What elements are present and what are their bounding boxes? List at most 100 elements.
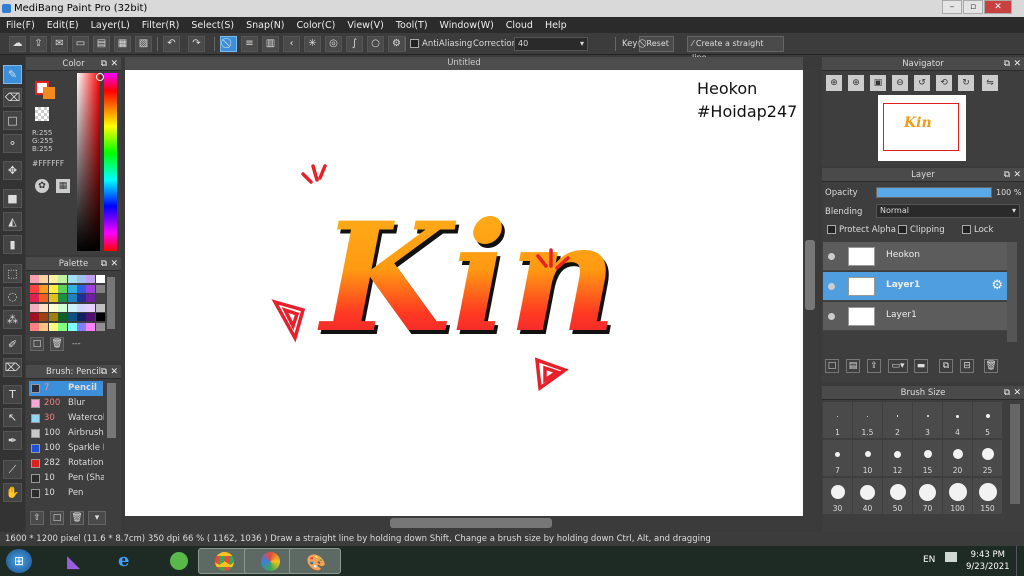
visibility-icon[interactable] (828, 283, 835, 290)
menu-snap[interactable]: Snap(N) (240, 20, 290, 31)
palette-swatch[interactable] (86, 322, 96, 331)
flag-icon[interactable] (945, 552, 957, 562)
menu-select[interactable]: Select(S) (185, 20, 240, 31)
gear-icon[interactable]: ⚙ (991, 278, 1003, 293)
palette-swatch[interactable] (95, 294, 105, 302)
comment-icon[interactable]: ✉ (51, 36, 68, 52)
brush-size-option[interactable]: 5 (973, 402, 1002, 438)
palette-swatch[interactable] (30, 294, 39, 302)
select-pen-tool-icon[interactable]: ✐ (3, 335, 22, 354)
palette-swatch[interactable] (86, 303, 96, 312)
dot-tool-icon[interactable]: □ (3, 111, 22, 130)
rotate-left-icon[interactable]: ↺ (914, 75, 930, 91)
palette-swatch[interactable] (30, 322, 39, 331)
visibility-icon[interactable] (828, 313, 835, 320)
reset-button[interactable]: ⃠ Reset (639, 36, 674, 52)
menu-file[interactable]: File(F) (0, 20, 41, 31)
antialias-checkbox[interactable] (410, 39, 419, 48)
brush-scrollbar[interactable] (107, 383, 116, 438)
new-layer-icon[interactable]: □ (825, 359, 839, 373)
palette-swatch[interactable] (77, 275, 86, 283)
palette-swatch[interactable] (77, 294, 86, 302)
brush-size-option[interactable]: 40 (853, 478, 882, 514)
brush-size-option[interactable]: 1.5 (853, 402, 882, 438)
close-icon[interactable]: ✕ (1013, 168, 1021, 182)
text-tool-icon[interactable]: T (3, 385, 22, 404)
close-icon[interactable]: ✕ (1013, 386, 1021, 400)
canvas[interactable]: Heokon #Hoidap247 Kin Kin (125, 70, 803, 516)
popout-icon[interactable]: ⧉ (1004, 57, 1010, 71)
brush-size-option[interactable]: 50 (883, 478, 912, 514)
layer-item[interactable]: Heokon (823, 242, 1007, 271)
brush-size-option[interactable]: 12 (883, 440, 912, 476)
palette-swatch[interactable] (86, 284, 96, 293)
palette-swatch[interactable] (58, 284, 68, 293)
add-brush-icon[interactable]: □ (50, 511, 64, 525)
horizontal-scroll-thumb[interactable] (390, 518, 552, 528)
snap-parallel-icon[interactable]: ≡ (241, 36, 258, 52)
palette-swatch[interactable] (39, 313, 49, 321)
magic-wand-tool-icon[interactable]: ⁂ (3, 310, 22, 329)
background-color[interactable] (43, 87, 55, 99)
brush-size-option[interactable]: 10 (853, 440, 882, 476)
navigator-preview[interactable]: Kin (878, 95, 966, 161)
lasso-tool-icon[interactable]: ◌ (3, 287, 22, 306)
snap-ellipse-icon[interactable]: ○ (367, 36, 384, 52)
vertical-scroll-thumb[interactable] (805, 240, 815, 310)
rotate-right-icon[interactable]: ↻ (958, 75, 974, 91)
document-tab[interactable]: Untitled (125, 57, 803, 70)
hand-tool-icon[interactable]: ✋ (3, 483, 22, 502)
palette-swatch[interactable] (58, 322, 68, 331)
palette-swatch[interactable] (30, 275, 39, 283)
straight-line-button[interactable]: ⁄ Create a straight line (687, 36, 784, 62)
brush-size-option[interactable]: 7 (823, 440, 852, 476)
operation-tool-icon[interactable]: ↖ (3, 408, 22, 427)
popout-icon[interactable]: ⧉ (101, 257, 107, 271)
blur-tool-icon[interactable]: ⚬ (3, 134, 22, 153)
palette-swatch[interactable] (30, 284, 39, 293)
layer-item[interactable]: Layer1 (823, 302, 1007, 331)
palette-swatch[interactable] (39, 322, 49, 331)
merge-layer-icon[interactable]: ⊟ (960, 359, 974, 373)
palette-swatch[interactable] (39, 294, 49, 302)
brush-item[interactable]: 7 Pencil (29, 381, 103, 396)
palette-swatch[interactable] (48, 303, 58, 312)
new-file-icon[interactable]: ▭ (72, 36, 89, 52)
brush-menu-icon[interactable]: ▾ (88, 511, 106, 525)
brush-size-option[interactable]: 25 (973, 440, 1002, 476)
brush-size-option[interactable]: 100 (943, 478, 972, 514)
brush-size-option[interactable]: 30 (823, 478, 852, 514)
palette-swatch[interactable] (48, 284, 58, 293)
new-1bit-layer-icon[interactable]: ⇪ (867, 359, 881, 373)
save-icon[interactable]: ▤ (93, 36, 110, 52)
palette-swatch[interactable] (48, 294, 58, 302)
brush-size-option[interactable]: 150 (973, 478, 1002, 514)
clipping-checkbox[interactable] (898, 225, 907, 234)
brush-item[interactable]: 10 Pen (Sha (29, 471, 104, 486)
bucket-tool-icon[interactable]: ◭ (3, 212, 22, 231)
brush-item[interactable]: 100 Sparkle B (29, 441, 104, 456)
trash-icon[interactable]: 🗑 (70, 511, 84, 525)
eyedropper-tool-icon[interactable]: ✒ (3, 431, 22, 450)
opacity-slider[interactable] (876, 187, 992, 198)
correction-select[interactable]: 40 ▾ (514, 37, 588, 51)
palette-swatch[interactable] (77, 284, 86, 293)
palette-swatch[interactable] (48, 275, 58, 283)
zoom-out-icon[interactable]: ⊖ (892, 75, 908, 91)
palette-scrollbar[interactable] (107, 277, 115, 329)
palette-swatch[interactable] (77, 313, 86, 321)
flip-icon[interactable]: ⇋ (982, 75, 998, 91)
layer-item[interactable]: Layer1 ⚙ (823, 272, 1007, 301)
share-icon[interactable]: ⇪ (30, 36, 47, 52)
language-indicator[interactable]: EN (923, 555, 935, 565)
fit-screen-icon[interactable]: ▣ (870, 75, 886, 91)
brush-size-option[interactable]: 15 (913, 440, 942, 476)
paint-taskbar[interactable]: 🎨 (289, 548, 341, 574)
palette-swatch[interactable] (86, 313, 96, 321)
select-rect-tool-icon[interactable]: ⬚ (3, 264, 22, 283)
close-button[interactable]: ✕ (984, 0, 1012, 14)
palette-swatch[interactable] (39, 284, 49, 293)
palette-swatch[interactable] (95, 303, 105, 312)
blending-select[interactable]: Normal ▾ (876, 204, 1020, 218)
palette-swatch[interactable] (58, 275, 68, 283)
